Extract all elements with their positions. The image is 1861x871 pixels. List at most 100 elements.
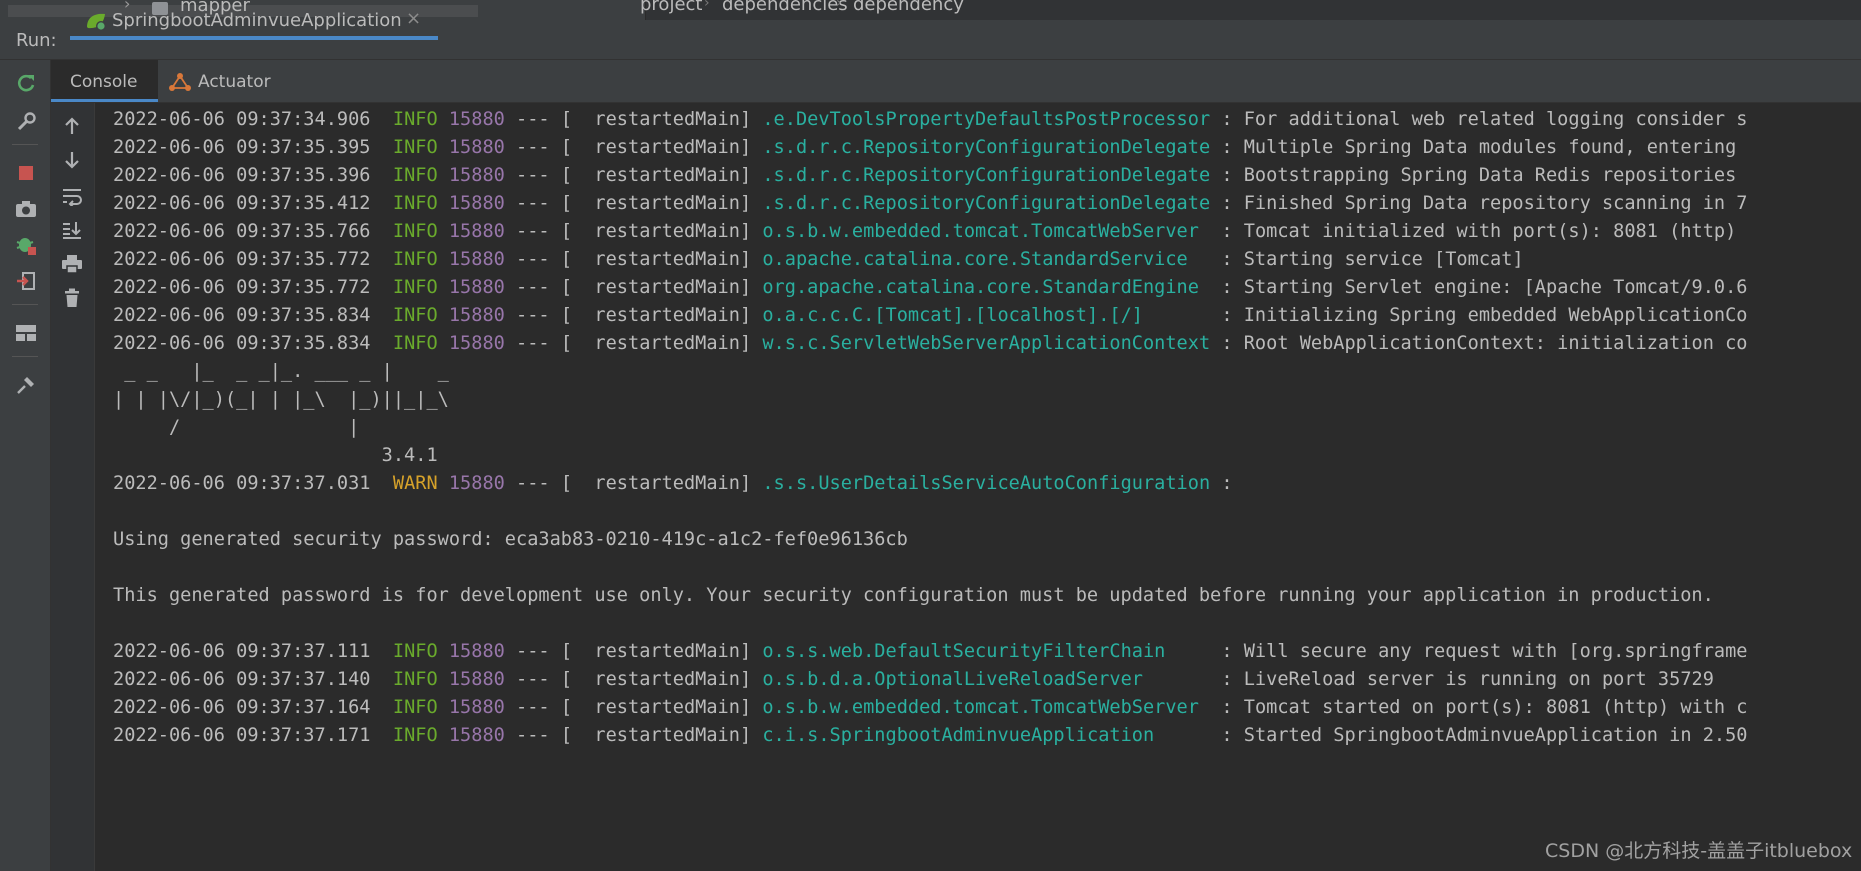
layout-icon[interactable] xyxy=(13,320,39,346)
log-thread: restartedMain] xyxy=(572,697,752,718)
breadcrumb-dependency[interactable]: dependency xyxy=(853,0,964,15)
password-line: Using generated security password: eca3a… xyxy=(113,529,908,550)
log-padding xyxy=(1143,669,1210,690)
scroll-down-icon[interactable] xyxy=(58,147,86,173)
log-message: : For additional web related logging con… xyxy=(1221,109,1748,130)
log-timestamp: 2022-06-06 09:37:37.164 xyxy=(113,697,371,718)
console-output[interactable]: 2022-06-06 09:37:34.906 INFO 15880 --- [… xyxy=(95,103,1861,871)
scroll-to-end-icon[interactable] xyxy=(58,217,86,243)
pin-icon[interactable] xyxy=(13,372,39,398)
log-timestamp: 2022-06-06 09:37:37.171 xyxy=(113,725,371,746)
log-message: : Will secure any request with [org.spri… xyxy=(1221,641,1748,662)
log-padding xyxy=(1143,305,1210,326)
log-level: INFO xyxy=(392,137,438,158)
log-level: INFO xyxy=(392,305,438,326)
run-config-name[interactable]: SpringbootAdminvueApplication xyxy=(112,10,402,31)
soft-wrap-icon[interactable] xyxy=(58,183,86,209)
log-timestamp: 2022-06-06 09:37:35.834 xyxy=(113,305,371,326)
log-pid: 15880 xyxy=(448,697,505,718)
debug-bug-icon[interactable] xyxy=(13,232,39,258)
log-pid: 15880 xyxy=(448,277,505,298)
log-message: : Finished Spring Data repository scanni… xyxy=(1221,193,1748,214)
log-padding xyxy=(1188,249,1210,270)
log-thread: restartedMain] xyxy=(572,725,752,746)
exit-icon[interactable] xyxy=(13,268,39,294)
log-thread: restartedMain] xyxy=(572,165,752,186)
log-padding xyxy=(1165,641,1210,662)
log-message: : Tomcat started on port(s): 8081 (http)… xyxy=(1221,697,1748,718)
wrench-icon[interactable] xyxy=(13,109,39,135)
log-logger: w.s.c.ServletWebServerApplicationContext xyxy=(762,333,1211,354)
toolbar-separator xyxy=(12,144,38,145)
log-timestamp: 2022-06-06 09:37:35.412 xyxy=(113,193,371,214)
log-pid: 15880 xyxy=(448,137,505,158)
log-timestamp: 2022-06-06 09:37:37.140 xyxy=(113,669,371,690)
log-timestamp: 2022-06-06 09:37:34.906 xyxy=(113,109,371,130)
toolbar-separator xyxy=(12,304,38,305)
log-message: : Bootstrapping Spring Data Redis reposi… xyxy=(1221,165,1737,186)
log-message: : LiveReload server is running on port 3… xyxy=(1221,669,1714,690)
tab-actuator-label[interactable]: Actuator xyxy=(198,72,271,92)
log-pid: 15880 xyxy=(448,669,505,690)
log-thread: restartedMain] xyxy=(572,333,752,354)
log-pid: 15880 xyxy=(448,221,505,242)
log-separator: --- [ xyxy=(516,697,573,718)
scroll-up-icon[interactable] xyxy=(58,113,86,139)
actuator-icon[interactable] xyxy=(168,71,192,93)
log-timestamp: 2022-06-06 09:37:35.772 xyxy=(113,277,371,298)
log-logger: .s.d.r.c.RepositoryConfigurationDelegate xyxy=(762,165,1211,186)
log-thread: restartedMain] xyxy=(572,249,752,270)
log-logger: .e.DevToolsPropertyDefaultsPostProcessor xyxy=(762,109,1211,130)
log-pid: 15880 xyxy=(448,641,505,662)
log-separator: --- [ xyxy=(516,137,573,158)
log-thread: restartedMain] xyxy=(572,305,752,326)
log-message: : Starting service [Tomcat] xyxy=(1221,249,1524,270)
log-line: 2022-06-06 09:37:37.171 INFO 15880 --- [… xyxy=(113,719,1748,752)
camera-icon[interactable] xyxy=(13,196,39,222)
log-level: INFO xyxy=(392,193,438,214)
log-level: INFO xyxy=(392,725,438,746)
trash-icon[interactable] xyxy=(58,285,86,311)
log-timestamp: 2022-06-06 09:37:35.766 xyxy=(113,221,371,242)
log-pid: 15880 xyxy=(448,165,505,186)
log-message: : Root WebApplicationContext: initializa… xyxy=(1221,333,1748,354)
log-logger: .s.s.UserDetailsServiceAutoConfiguration xyxy=(762,473,1211,494)
breadcrumb: project › dependencies › dependency xyxy=(640,0,1861,20)
breadcrumb-separator: › xyxy=(836,0,842,11)
log-separator: --- [ xyxy=(516,277,573,298)
log-level: INFO xyxy=(392,249,438,270)
tab-console-label[interactable]: Console xyxy=(70,72,138,92)
log-thread: restartedMain] xyxy=(572,137,752,158)
log-pid: 15880 xyxy=(448,725,505,746)
log-logger: .s.d.r.c.RepositoryConfigurationDelegate xyxy=(762,193,1211,214)
log-separator: --- [ xyxy=(516,725,573,746)
log-separator: --- [ xyxy=(516,669,573,690)
run-label: Run: xyxy=(16,30,57,51)
log-timestamp: 2022-06-06 09:37:35.395 xyxy=(113,137,371,158)
log-logger: .s.d.r.c.RepositoryConfigurationDelegate xyxy=(762,137,1211,158)
log-level: INFO xyxy=(392,641,438,662)
log-separator: --- [ xyxy=(516,305,573,326)
log-timestamp: 2022-06-06 09:37:35.834 xyxy=(113,333,371,354)
rerun-icon[interactable] xyxy=(13,70,39,96)
print-icon[interactable] xyxy=(58,251,86,277)
log-thread: restartedMain] xyxy=(572,193,752,214)
log-message: : xyxy=(1221,473,1233,494)
log-message: : Tomcat initialized with port(s): 8081 … xyxy=(1221,221,1737,242)
stop-icon[interactable] xyxy=(13,160,39,186)
log-separator: --- [ xyxy=(516,641,573,662)
breadcrumb-dependencies[interactable]: dependencies xyxy=(722,0,848,15)
close-icon[interactable]: × xyxy=(406,8,421,29)
log-padding xyxy=(1199,277,1210,298)
log-timestamp: 2022-06-06 09:37:37.031 xyxy=(113,473,371,494)
log-message: : Initializing Spring embedded WebApplic… xyxy=(1221,305,1748,326)
log-separator: --- [ xyxy=(516,221,573,242)
log-level: INFO xyxy=(392,333,438,354)
console-tab-bar xyxy=(51,60,1861,103)
breadcrumb-project[interactable]: project xyxy=(640,0,702,15)
log-level: INFO xyxy=(392,669,438,690)
log-thread: restartedMain] xyxy=(572,221,752,242)
watermark: CSDN @北方科技-盖盖子itbluebox xyxy=(1545,840,1853,862)
log-separator: --- [ xyxy=(516,109,573,130)
log-separator: --- [ xyxy=(516,473,573,494)
